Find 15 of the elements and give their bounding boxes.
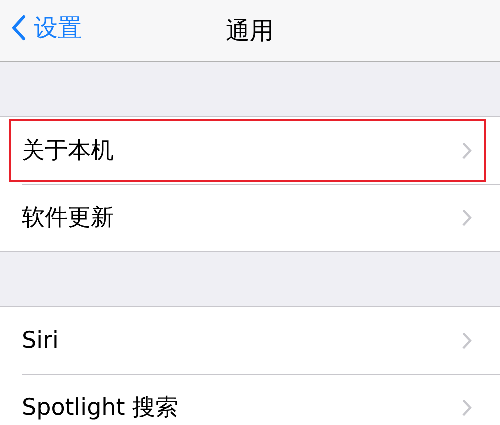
back-button[interactable]: 设置 (12, 12, 82, 44)
settings-row[interactable]: Spotlight 搜索 (0, 374, 500, 425)
chevron-icon (462, 332, 472, 350)
row-label: 软件更新 (22, 204, 114, 233)
chevron-icon (462, 398, 472, 416)
page-title: 通用 (226, 16, 274, 46)
back-chevron-icon (12, 15, 26, 41)
chevron-icon (462, 208, 472, 226)
row-label: Siri (22, 328, 59, 354)
row-label: 关于本机 (22, 137, 114, 166)
chevron-icon (462, 142, 472, 160)
row-label: Spotlight 搜索 (22, 394, 179, 423)
settings-row[interactable]: Siri (0, 307, 500, 374)
settings-row[interactable]: 关于本机 (7, 117, 488, 184)
settings-row[interactable]: 软件更新 (0, 184, 500, 251)
